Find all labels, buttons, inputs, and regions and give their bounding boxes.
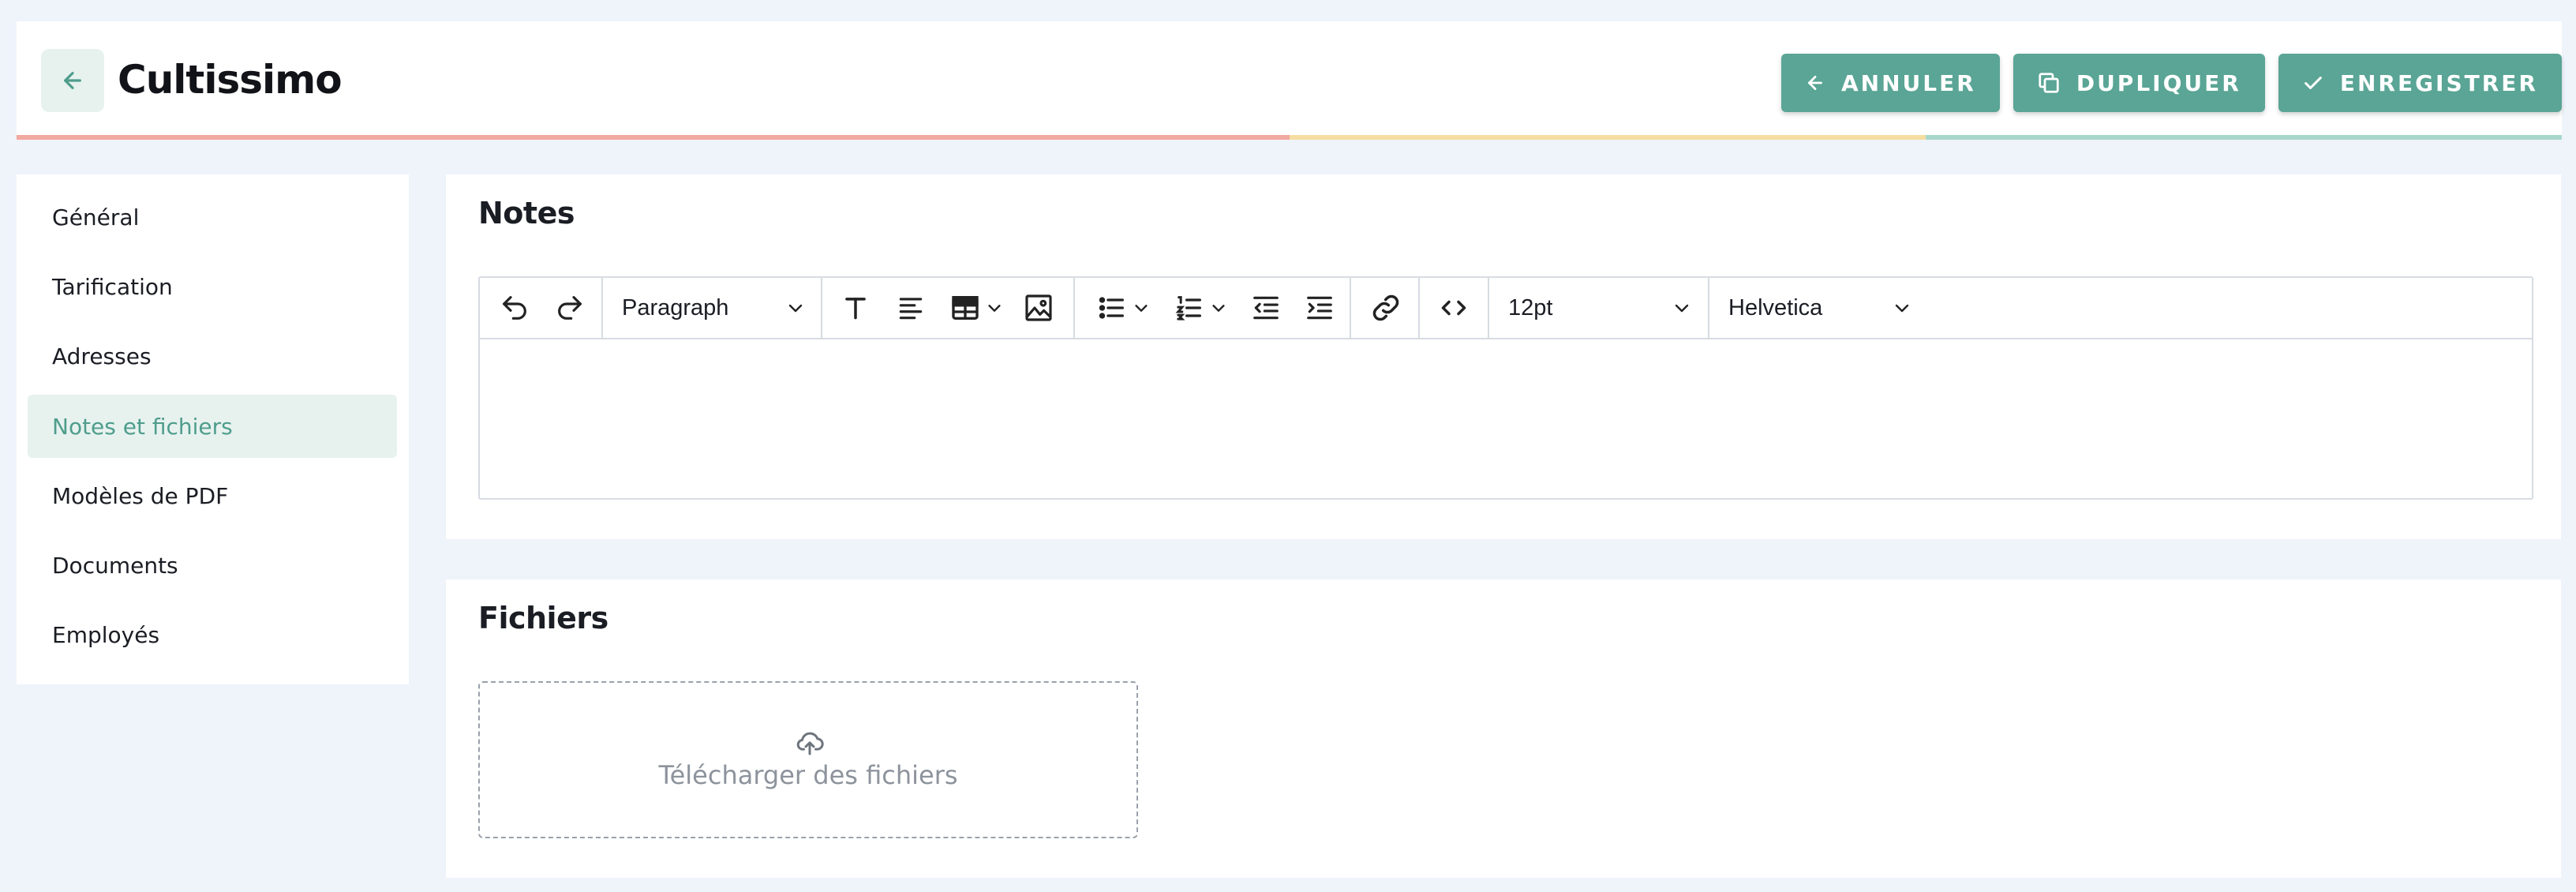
cancel-button[interactable]: ANNULER bbox=[1781, 54, 2000, 112]
font-size-select[interactable]: 12pt bbox=[1489, 278, 1707, 338]
sidebar-item-pdf-templates[interactable]: Modèles de PDF bbox=[28, 464, 397, 527]
block-format-select[interactable]: Paragraph bbox=[603, 278, 821, 338]
toolbar-separator bbox=[1350, 278, 1351, 338]
progress-segment bbox=[1289, 135, 1926, 140]
text-format-button[interactable] bbox=[832, 278, 879, 338]
duplicate-button-label: DUPLIQUER bbox=[2076, 69, 2241, 96]
chevron-down-icon bbox=[1893, 298, 1911, 317]
sidebar-item-general[interactable]: Général bbox=[28, 186, 397, 249]
align-button[interactable] bbox=[887, 278, 934, 338]
cancel-button-label: ANNULER bbox=[1841, 69, 1976, 96]
link-icon bbox=[1370, 292, 1402, 324]
toolbar-separator bbox=[821, 278, 822, 338]
progress-segment bbox=[653, 135, 1290, 140]
sidebar-item-label: Tarification bbox=[52, 273, 173, 300]
save-button[interactable]: ENREGISTRER bbox=[2278, 54, 2562, 112]
sidebar-item-label: Adresses bbox=[52, 343, 152, 369]
undo-button[interactable] bbox=[491, 278, 538, 338]
check-icon bbox=[2302, 72, 2324, 94]
arrow-left-icon bbox=[1805, 73, 1825, 93]
image-button[interactable] bbox=[1015, 278, 1062, 338]
source-code-button[interactable] bbox=[1430, 278, 1477, 338]
chevron-down-icon bbox=[786, 298, 805, 317]
sidebar-item-notes-files[interactable]: Notes et fichiers bbox=[28, 395, 397, 458]
duplicate-icon bbox=[2037, 71, 2061, 95]
arrow-left-icon bbox=[60, 68, 85, 93]
sidebar-item-label: Général bbox=[52, 204, 140, 230]
outdent-icon bbox=[1251, 293, 1281, 323]
numbered-list-icon bbox=[1174, 292, 1205, 324]
sidebar-item-label: Documents bbox=[52, 552, 178, 579]
outdent-button[interactable] bbox=[1242, 278, 1290, 338]
font-size-value: 12pt bbox=[1508, 294, 1553, 320]
font-family-select[interactable]: Helvetica bbox=[1709, 278, 1927, 338]
notes-title: Notes bbox=[478, 196, 575, 230]
font-family-value: Helvetica bbox=[1728, 294, 1823, 320]
image-icon bbox=[1023, 292, 1054, 324]
table-icon bbox=[949, 292, 981, 324]
sidebar-item-pricing[interactable]: Tarification bbox=[28, 255, 397, 318]
sidebar-item-documents[interactable]: Documents bbox=[28, 534, 397, 597]
sidebar-item-label: Employés bbox=[52, 621, 160, 648]
indent-button[interactable] bbox=[1296, 278, 1343, 338]
toolbar-separator bbox=[1073, 278, 1075, 338]
redo-icon bbox=[554, 292, 586, 324]
bullet-list-icon bbox=[1096, 292, 1128, 324]
editor-content-area[interactable] bbox=[480, 339, 2532, 498]
block-format-value: Paragraph bbox=[622, 294, 729, 320]
sidebar-nav: Général Tarification Adresses Notes et f… bbox=[17, 174, 409, 684]
files-card: Fichiers Télécharger des fichiers bbox=[446, 579, 2561, 878]
chevron-down-icon bbox=[986, 299, 1003, 317]
cloud-upload-icon bbox=[794, 726, 826, 758]
undo-icon bbox=[499, 292, 530, 324]
chevron-down-icon bbox=[1133, 299, 1150, 317]
sidebar-item-label: Modèles de PDF bbox=[52, 482, 229, 509]
editor-toolbar: Paragraph 12pt Helvetica bbox=[480, 278, 2532, 339]
sidebar-item-label: Notes et fichiers bbox=[52, 413, 233, 440]
completion-progress-bar bbox=[17, 135, 2562, 140]
code-icon bbox=[1440, 294, 1468, 322]
table-button[interactable] bbox=[941, 278, 1012, 338]
files-title: Fichiers bbox=[478, 601, 608, 635]
page-title: Cultissimo bbox=[118, 57, 343, 103]
upload-label: Télécharger des fichiers bbox=[658, 760, 958, 790]
rich-text-editor: Paragraph 12pt Helvetica bbox=[478, 276, 2533, 500]
bullet-list-button[interactable] bbox=[1088, 278, 1159, 338]
file-upload-dropzone[interactable]: Télécharger des fichiers bbox=[478, 681, 1138, 838]
align-left-icon bbox=[896, 293, 926, 323]
text-format-icon bbox=[841, 293, 871, 323]
sidebar-item-addresses[interactable]: Adresses bbox=[28, 324, 397, 388]
indent-icon bbox=[1305, 293, 1335, 323]
numbered-list-button[interactable] bbox=[1165, 278, 1236, 338]
toolbar-separator bbox=[1418, 278, 1420, 338]
progress-segment bbox=[1925, 135, 2562, 140]
chevron-down-icon bbox=[1210, 299, 1227, 317]
page-header: Cultissimo ANNULER DUPLIQUER ENREGISTRER bbox=[17, 21, 2562, 140]
link-button[interactable] bbox=[1362, 278, 1410, 338]
duplicate-button[interactable]: DUPLIQUER bbox=[2012, 54, 2265, 112]
save-button-label: ENREGISTRER bbox=[2339, 69, 2538, 96]
sidebar-item-employees[interactable]: Employés bbox=[28, 603, 397, 666]
notes-card: Notes Paragraph 12pt Helvetica bbox=[446, 174, 2561, 539]
chevron-down-icon bbox=[1672, 298, 1691, 317]
back-button[interactable] bbox=[41, 49, 104, 112]
progress-segment bbox=[17, 135, 653, 140]
redo-button[interactable] bbox=[546, 278, 593, 338]
header-actions: ANNULER DUPLIQUER ENREGISTRER bbox=[1768, 54, 2562, 112]
